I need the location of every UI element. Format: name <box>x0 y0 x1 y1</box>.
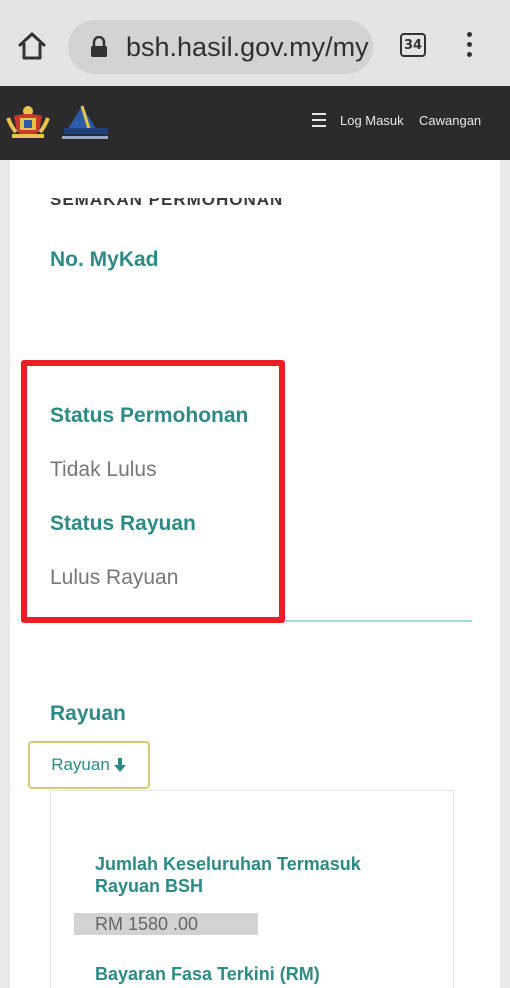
rayuan-heading: Rayuan <box>50 702 126 725</box>
url-text: bsh.hasil.gov.my/my <box>126 32 369 62</box>
hamburger-menu-icon[interactable] <box>312 113 326 131</box>
browser-toolbar: bsh.hasil.gov.my/my 34 <box>0 0 510 86</box>
coat-of-arms-logo[interactable] <box>6 102 50 140</box>
nav-link-cawangan[interactable]: Cawangan <box>419 113 481 128</box>
latest-phase-label: Bayaran Fasa Terkini (RM) <box>95 964 320 984</box>
mykad-label: No. MyKad <box>50 248 159 271</box>
rayuan-button[interactable]: Rayuan <box>28 741 150 789</box>
lhdn-logo[interactable] <box>60 102 112 142</box>
tab-switcher-button[interactable]: 34 <box>400 33 426 57</box>
arrow-down-icon <box>113 758 126 772</box>
home-icon[interactable] <box>14 28 50 64</box>
nav-link-log-masuk[interactable]: Log Masuk <box>340 113 404 128</box>
main-content: SEMAKAN PERMOHONAN No. MyKad Status Perm… <box>10 160 500 988</box>
lock-icon <box>91 36 107 57</box>
total-amount-value: RM 1580 .00 <box>95 914 199 934</box>
more-menu-icon[interactable] <box>464 32 474 58</box>
site-header: Log Masuk Cawangan <box>0 86 510 160</box>
address-bar[interactable]: bsh.hasil.gov.my/my <box>68 20 373 74</box>
rayuan-summary-panel: Jumlah Keseluruhan Termasuk Rayuan BSH R… <box>50 790 454 988</box>
total-amount-label: Jumlah Keseluruhan Termasuk Rayuan BSH <box>95 854 361 896</box>
cut-off-label: SEMAKAN PERMOHONAN <box>50 198 284 209</box>
highlight-annotation-box <box>21 360 285 623</box>
rayuan-button-label: Rayuan <box>51 755 110 774</box>
